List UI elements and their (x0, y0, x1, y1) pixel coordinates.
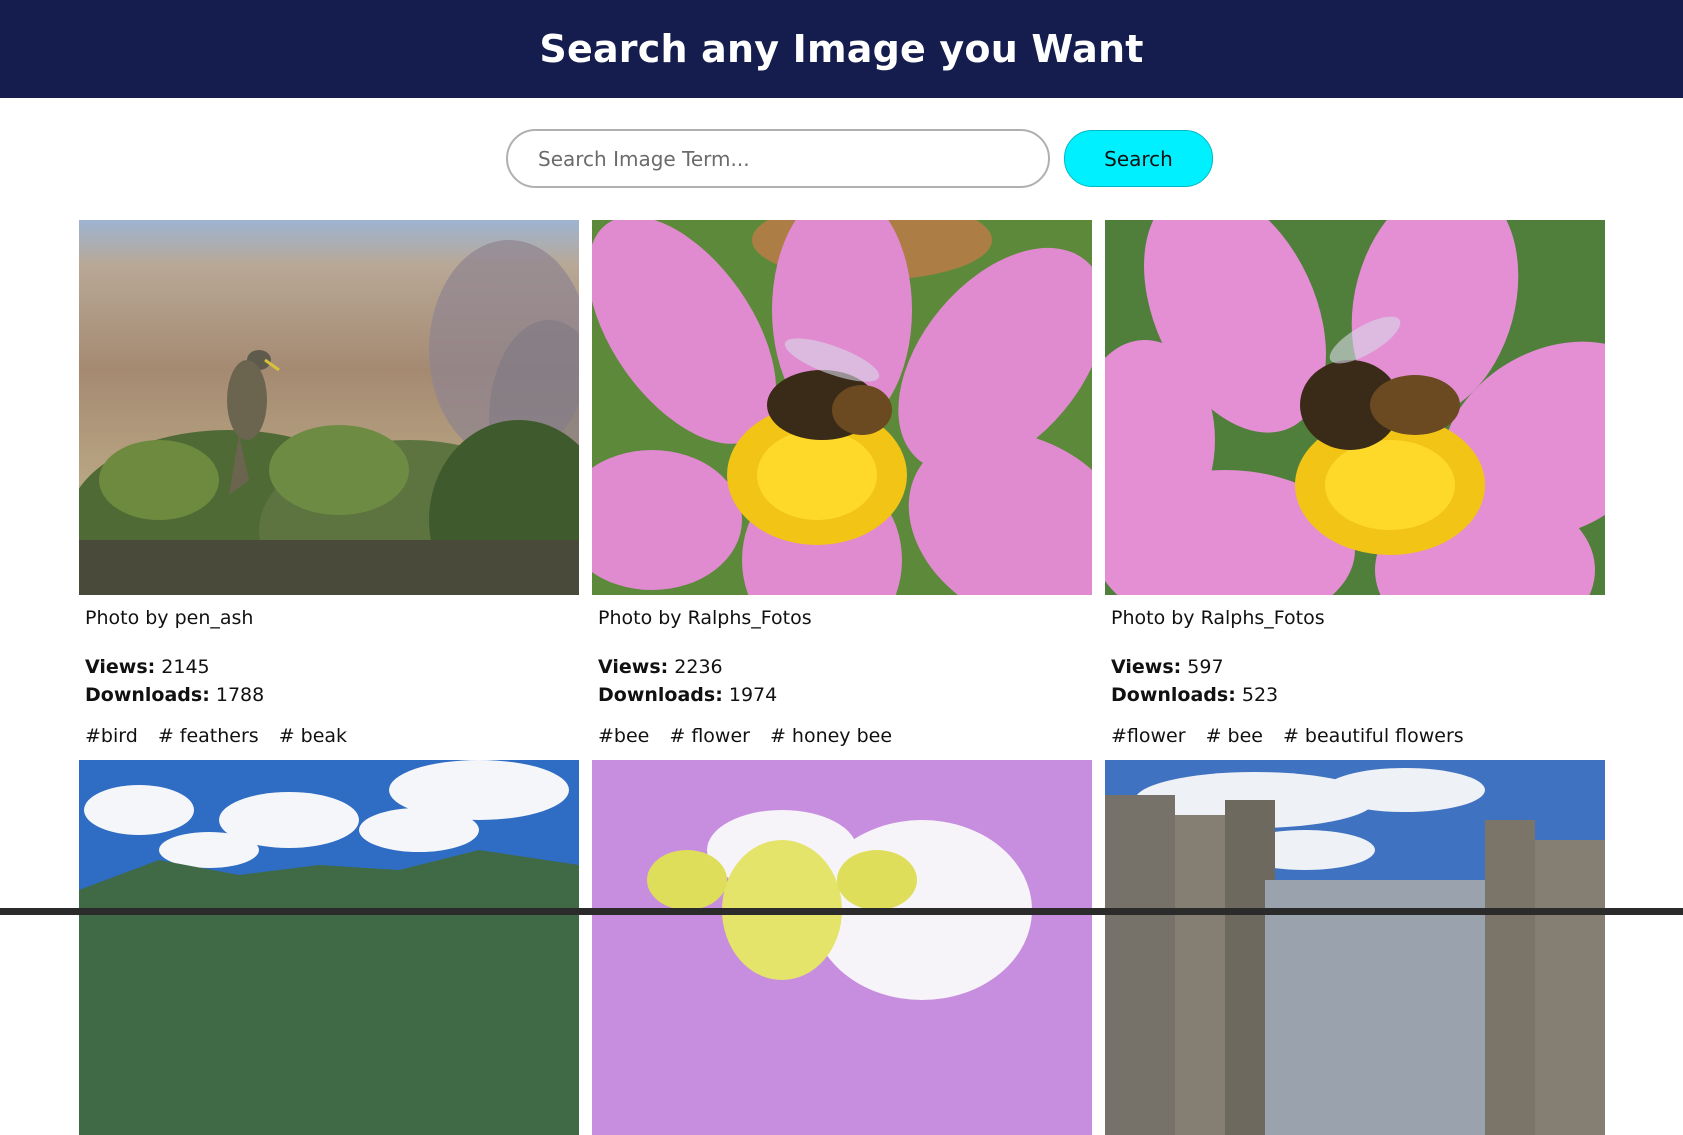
tag: # bee (1205, 725, 1263, 747)
photo-bee-on-pink-flower[interactable] (592, 220, 1092, 595)
tag: # flower (669, 725, 750, 747)
horizontal-scrollbar[interactable] (0, 908, 1683, 915)
views-stat: Views: 2236 (598, 653, 1086, 681)
tag: #flower (1111, 725, 1186, 747)
tag: # beak (278, 725, 348, 747)
tag: # feathers (157, 725, 259, 747)
image-card: Photo by Ralphs_Fotos Views: 597 Downloa… (1105, 220, 1605, 747)
views-label: Views: (85, 656, 156, 678)
tag-list: #flower # bee # beautiful flowers (1111, 725, 1599, 747)
image-grid: Photo by pen_ash Views: 2145 Downloads: … (79, 220, 1606, 1135)
image-card (1105, 760, 1605, 1135)
views-value: 597 (1187, 656, 1224, 678)
downloads-value: 523 (1241, 684, 1279, 706)
tag-list: #bee # flower # honey bee (598, 725, 1086, 747)
downloads-value: 1974 (728, 684, 778, 706)
views-stat: Views: 2145 (85, 653, 573, 681)
search-input[interactable] (506, 129, 1050, 188)
downloads-value: 1788 (215, 684, 265, 706)
views-value: 2145 (161, 656, 210, 678)
search-bar: Search (0, 129, 1683, 188)
downloads-label: Downloads: (598, 684, 723, 706)
tag-list: #bird # feathers # beak (85, 725, 573, 747)
tag: #bee (598, 725, 650, 747)
photo-bird-on-shrub[interactable] (79, 220, 579, 595)
downloads-stat: Downloads: 1788 (85, 681, 573, 709)
photo-mountains-and-clouds[interactable] (79, 760, 579, 1135)
views-value: 2236 (674, 656, 723, 678)
tag: #bird (85, 725, 138, 747)
photo-author: Photo by Ralphs_Fotos (1111, 607, 1325, 629)
views-label: Views: (598, 656, 669, 678)
image-card (79, 760, 579, 1135)
downloads-label: Downloads: (85, 684, 210, 706)
downloads-stat: Downloads: 523 (1111, 681, 1599, 709)
image-card (592, 760, 1092, 1135)
search-button[interactable]: Search (1064, 130, 1213, 187)
page-header: Search any Image you Want (0, 0, 1683, 98)
photo-author: Photo by Ralphs_Fotos (598, 607, 812, 629)
views-label: Views: (1111, 656, 1182, 678)
tag: # honey bee (769, 725, 893, 747)
downloads-label: Downloads: (1111, 684, 1236, 706)
page-title: Search any Image you Want (539, 27, 1144, 71)
photo-bee-on-pink-flower-closeup[interactable] (1105, 220, 1605, 595)
downloads-stat: Downloads: 1974 (598, 681, 1086, 709)
tag: # beautiful flowers (1282, 725, 1464, 747)
image-card: Photo by Ralphs_Fotos Views: 2236 Downlo… (592, 220, 1092, 747)
views-stat: Views: 597 (1111, 653, 1599, 681)
photo-cartoon-sheep[interactable] (592, 760, 1092, 1135)
image-card: Photo by pen_ash Views: 2145 Downloads: … (79, 220, 579, 747)
photo-author: Photo by pen_ash (85, 607, 254, 629)
photo-castle-towers[interactable] (1105, 760, 1605, 1135)
